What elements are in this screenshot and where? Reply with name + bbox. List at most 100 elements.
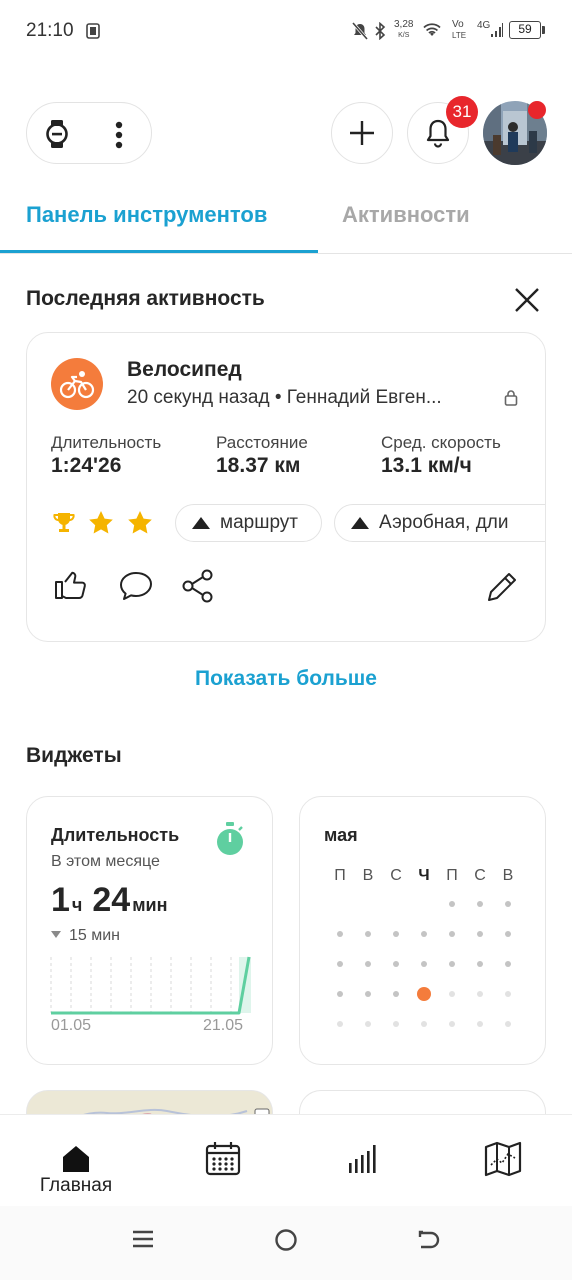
nav-calendar[interactable] bbox=[203, 1139, 243, 1179]
back-icon[interactable] bbox=[417, 1228, 441, 1252]
training-effect-chip[interactable]: Аэробная, дли bbox=[334, 504, 545, 542]
calendar-day[interactable] bbox=[421, 1021, 427, 1027]
share-icon[interactable] bbox=[181, 569, 215, 603]
app-notification-icon bbox=[86, 23, 100, 39]
tab-activities[interactable]: Активности bbox=[342, 202, 470, 228]
stat-label-distance: Расстояние bbox=[216, 433, 308, 452]
calendar-day[interactable] bbox=[505, 931, 511, 937]
bell-icon bbox=[426, 119, 450, 148]
nav-home-label[interactable]: Главная bbox=[14, 1175, 138, 1197]
tabs-divider bbox=[0, 253, 572, 254]
calendar-day[interactable] bbox=[365, 1021, 371, 1027]
calendar-day[interactable] bbox=[449, 901, 455, 907]
watch-icon bbox=[46, 120, 68, 148]
star-icon bbox=[89, 511, 113, 534]
stat-value-duration: 1:24'26 bbox=[51, 454, 122, 477]
signal-icon bbox=[491, 23, 503, 37]
home-icon bbox=[63, 1146, 89, 1172]
show-more-link[interactable]: Показать больше bbox=[0, 667, 572, 691]
nav-statistics[interactable] bbox=[343, 1139, 383, 1179]
system-navigation-bar bbox=[0, 1206, 572, 1280]
status-time: 21:10 bbox=[26, 20, 74, 41]
calendar-day[interactable] bbox=[421, 961, 427, 967]
battery-level: 59 bbox=[518, 22, 532, 36]
duration-chart bbox=[50, 956, 251, 1015]
duration-hours: 1 bbox=[51, 881, 70, 919]
close-icon[interactable] bbox=[512, 285, 542, 315]
calendar-day[interactable] bbox=[477, 1021, 483, 1027]
battery-tip bbox=[542, 26, 545, 34]
network-type: 4G bbox=[477, 20, 491, 31]
stopwatch-icon bbox=[217, 822, 243, 855]
calendar-day[interactable] bbox=[505, 1021, 511, 1027]
plus-icon bbox=[350, 121, 374, 145]
nav-maps[interactable] bbox=[483, 1139, 523, 1179]
last-activity-card[interactable]: Велосипед 20 секунд назад • Геннадий Евг… bbox=[26, 332, 546, 642]
stat-value-avg-speed: 13.1 км/ч bbox=[381, 454, 472, 477]
calendar-day[interactable] bbox=[365, 991, 371, 997]
activity-sport: Велосипед bbox=[127, 358, 242, 381]
mute-icon bbox=[352, 22, 368, 40]
calendar-day[interactable] bbox=[393, 1021, 399, 1027]
duration-minutes: 24 bbox=[92, 881, 131, 919]
stat-label-avg-speed: Сред. скорость bbox=[381, 433, 501, 452]
duration-delta: 15 мин bbox=[51, 927, 120, 945]
widgets-title: Виджеты bbox=[26, 744, 122, 767]
calendar-day[interactable] bbox=[337, 1021, 343, 1027]
calendar-day[interactable] bbox=[365, 961, 371, 967]
calendar-day[interactable] bbox=[505, 961, 511, 967]
network-speed: 3,28 K/S bbox=[394, 19, 413, 41]
edit-icon[interactable] bbox=[485, 570, 519, 604]
duration-widget-value: 1 ч 24 мин bbox=[51, 881, 177, 920]
calendar-day[interactable] bbox=[477, 901, 483, 907]
calendar-day[interactable] bbox=[337, 961, 343, 967]
add-button[interactable] bbox=[331, 102, 393, 164]
calendar-day[interactable] bbox=[421, 931, 427, 937]
duration-widget[interactable]: Длительность В этом месяце 1 ч 24 мин 15 ми… bbox=[26, 796, 273, 1065]
tab-dashboard[interactable]: Панель инструментов bbox=[26, 202, 267, 228]
chart-axis-start: 01.05 bbox=[51, 1017, 92, 1034]
calendar-widget[interactable]: мая П В С Ч П С В bbox=[299, 796, 546, 1065]
nav-home[interactable] bbox=[56, 1139, 96, 1179]
comment-icon[interactable] bbox=[119, 571, 153, 601]
calendar-day[interactable] bbox=[365, 931, 371, 937]
calendar-day[interactable] bbox=[449, 931, 455, 937]
activity-subtitle: 20 секунд назад • Геннадий Евген... bbox=[127, 387, 442, 408]
calendar-day[interactable] bbox=[393, 961, 399, 967]
recents-icon[interactable] bbox=[132, 1228, 154, 1250]
network-speed-unit: K/S bbox=[398, 32, 410, 39]
calendar-day[interactable] bbox=[477, 991, 483, 997]
dashboard-screen: 21:10 3,28 K/S Vo LTE 4G 59 31 Панель ин… bbox=[0, 0, 572, 1280]
weekday-mon: П bbox=[334, 867, 346, 884]
weekday-sun: В bbox=[502, 867, 514, 884]
calendar-day[interactable] bbox=[337, 991, 343, 997]
like-icon[interactable] bbox=[53, 568, 87, 600]
route-chip[interactable]: маршрут bbox=[175, 504, 322, 542]
weekday-wed: С bbox=[390, 867, 402, 884]
calendar-day[interactable] bbox=[477, 931, 483, 937]
triangle-icon bbox=[192, 517, 210, 529]
calendar-icon bbox=[205, 1142, 241, 1176]
device-pill[interactable] bbox=[26, 102, 152, 164]
home-circle-icon[interactable] bbox=[274, 1228, 298, 1252]
calendar-day-activity[interactable] bbox=[417, 987, 431, 1001]
calendar-day[interactable] bbox=[449, 961, 455, 967]
route-chip-label: маршрут bbox=[220, 512, 298, 533]
calendar-day[interactable] bbox=[337, 931, 343, 937]
calendar-day[interactable] bbox=[449, 991, 455, 997]
weekday-sat: С bbox=[474, 867, 486, 884]
calendar-day[interactable] bbox=[393, 991, 399, 997]
trophy-icon bbox=[53, 513, 75, 532]
calendar-day[interactable] bbox=[477, 961, 483, 967]
lock-icon bbox=[504, 390, 518, 406]
calendar-day[interactable] bbox=[505, 901, 511, 907]
volte-indicator: Vo LTE bbox=[452, 19, 466, 41]
calendar-day[interactable] bbox=[393, 931, 399, 937]
bottom-nav: Главная bbox=[0, 1114, 572, 1206]
calendar-day[interactable] bbox=[505, 991, 511, 997]
more-vertical-icon[interactable] bbox=[115, 121, 123, 149]
down-triangle-icon bbox=[51, 931, 61, 938]
status-bar: 21:10 3,28 K/S Vo LTE 4G 59 bbox=[0, 0, 572, 64]
calendar-day[interactable] bbox=[449, 1021, 455, 1027]
wifi-icon bbox=[423, 23, 441, 36]
